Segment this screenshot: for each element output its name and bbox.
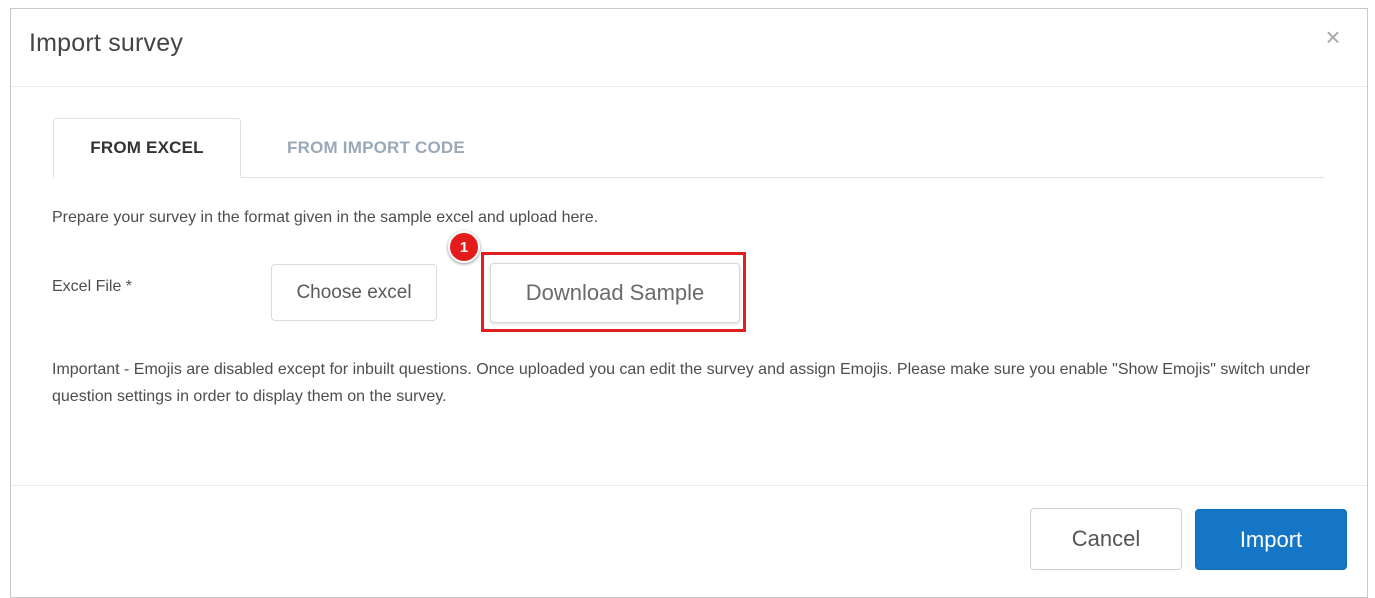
choose-excel-button[interactable]: Choose excel — [271, 264, 437, 321]
emoji-important-note: Important - Emojis are disabled except f… — [52, 361, 1311, 405]
download-sample-button[interactable]: Download Sample — [490, 263, 740, 323]
dialog-title: Import survey — [29, 29, 184, 57]
dialog-header: Import survey × — [11, 9, 1367, 87]
upload-instruction: Prepare your survey in the format given … — [52, 209, 599, 226]
tab-from-excel[interactable]: FROM EXCEL — [53, 118, 241, 178]
cancel-button[interactable]: Cancel — [1030, 508, 1182, 570]
tab-from-import-code[interactable]: FROM IMPORT CODE — [243, 118, 509, 178]
footer-divider — [11, 485, 1367, 486]
import-survey-dialog: Import survey × FROM EXCEL FROM IMPORT C… — [10, 8, 1368, 598]
excel-file-label: Excel File * — [52, 278, 133, 295]
import-button[interactable]: Import — [1195, 509, 1347, 570]
step-number-badge: 1 — [448, 231, 480, 263]
close-icon[interactable]: × — [1321, 23, 1345, 51]
